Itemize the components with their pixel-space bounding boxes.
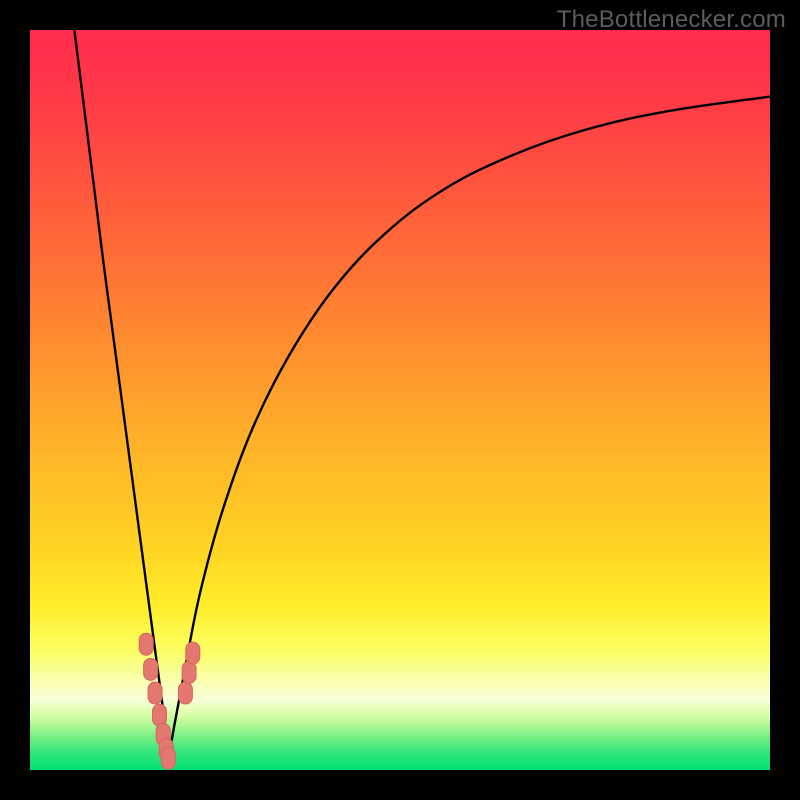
right-branch	[168, 97, 770, 759]
marker-dot	[186, 642, 200, 664]
marker-dot	[161, 747, 175, 769]
marker-dot	[144, 658, 158, 680]
watermark-text: TheBottlenecker.com	[557, 6, 786, 34]
left-branch	[74, 30, 168, 759]
marker-dot	[153, 704, 167, 726]
marker-dot	[178, 682, 192, 704]
marker-dot	[139, 633, 153, 655]
highlight-dots	[139, 633, 200, 769]
marker-dot	[148, 682, 162, 704]
chart-frame: TheBottlenecker.com	[0, 0, 800, 800]
marker-dot	[182, 661, 196, 683]
curve-layer	[30, 30, 770, 770]
plot-area	[30, 30, 770, 770]
